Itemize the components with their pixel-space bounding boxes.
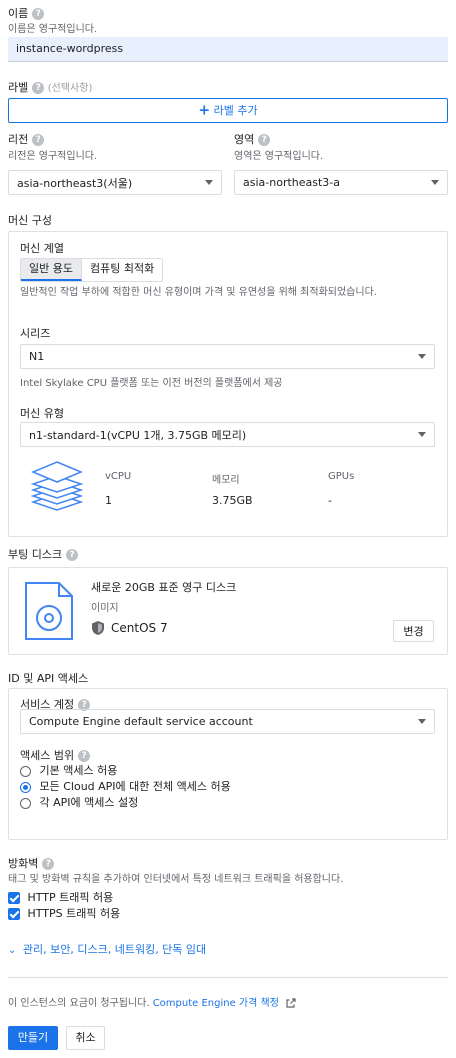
boot-disk-card: 새로운 20GB 표준 영구 디스크 이미지 CentOS 7 변경	[8, 567, 448, 655]
double-chevron-down-icon: ⌄	[8, 945, 17, 956]
dropdown-arrow-icon	[418, 432, 426, 437]
pricing-link[interactable]: Compute Engine 가격 책정	[153, 998, 279, 1009]
region-select[interactable]: asia-northeast3(서울)	[8, 170, 222, 195]
shield-icon	[92, 621, 104, 635]
divider	[8, 977, 448, 978]
radio-button[interactable]	[20, 797, 31, 809]
scope-option[interactable]: 기본 액세스 허용	[20, 762, 117, 778]
spec-value-memory: 3.75GB	[212, 494, 253, 507]
machine-family-label: 머신 계열	[20, 242, 64, 255]
firewall-title: 방화벽?	[8, 855, 55, 871]
scope-option[interactable]: 각 API에 액세스 설정	[20, 794, 138, 810]
scope-option[interactable]: 모든 Cloud API에 대한 전체 액세스 허용	[20, 778, 231, 794]
plus-icon: +	[198, 102, 211, 119]
create-button[interactable]: 만들기	[8, 1026, 58, 1050]
spec-value-gpus: -	[328, 494, 332, 507]
labels-label: 라벨? (선택사항)	[8, 81, 93, 94]
identity-card: 서비스 계정? Compute Engine default service a…	[8, 688, 448, 840]
boot-disk-title: 부팅 디스크?	[8, 546, 79, 562]
https-checkbox[interactable]	[8, 908, 20, 920]
dropdown-arrow-icon	[205, 180, 213, 185]
machine-family-tabs: 일반 용도 컴퓨팅 최적화	[20, 258, 164, 282]
help-icon[interactable]: ?	[258, 134, 271, 146]
help-icon[interactable]: ?	[32, 8, 45, 20]
add-label-button[interactable]: + 라벨 추가	[8, 98, 448, 123]
help-icon[interactable]: ?	[78, 750, 91, 762]
series-select[interactable]: N1	[20, 344, 435, 369]
disk-icon	[25, 582, 73, 640]
series-desc: Intel Skylake CPU 플랫폼 또는 이전 버전의 플랫폼에서 제공	[20, 378, 283, 389]
optional-text: (선택사항)	[47, 83, 93, 94]
machine-stack-icon	[30, 461, 84, 511]
zone-hint: 영역은 영구적입니다.	[234, 151, 324, 162]
image-label: 이미지	[91, 603, 119, 614]
https-checkbox-row[interactable]: HTTPS 트래픽 허용	[8, 905, 120, 921]
firewall-desc: 태그 및 방화벽 규칙을 추가하여 인터넷에서 특정 네트워크 트래픽을 허용합…	[8, 874, 344, 885]
help-icon[interactable]: ?	[42, 858, 55, 870]
spec-value-vcpu: 1	[105, 494, 112, 507]
service-account-select[interactable]: Compute Engine default service account	[20, 709, 435, 734]
region-label: 리전?	[8, 131, 45, 147]
machine-config-card: 머신 계열 일반 용도 컴퓨팅 최적화 일반적인 작업 부하에 적합한 머신 유…	[8, 231, 448, 537]
spec-header-gpus: GPUs	[328, 471, 355, 482]
disk-description: 새로운 20GB 표준 영구 디스크	[91, 581, 237, 594]
region-hint: 리전은 영구적입니다.	[8, 151, 98, 162]
external-link-icon[interactable]	[286, 998, 296, 1008]
cancel-button[interactable]: 취소	[66, 1026, 105, 1050]
machine-type-select[interactable]: n1-standard-1(vCPU 1개, 3.75GB 메모리)	[20, 422, 435, 447]
name-input[interactable]: instance-wordpress	[8, 37, 448, 62]
radio-button[interactable]	[20, 781, 31, 793]
advanced-options-link[interactable]: ⌄ 관리, 보안, 디스크, 네트워킹, 단독 임대	[8, 941, 206, 957]
http-checkbox-row[interactable]: HTTP 트래픽 허용	[8, 889, 113, 905]
machine-type-label: 머신 유형	[20, 407, 64, 420]
radio-button[interactable]	[20, 765, 31, 777]
http-checkbox[interactable]	[8, 892, 20, 904]
change-disk-button[interactable]: 변경	[393, 620, 434, 642]
dropdown-arrow-icon	[418, 719, 426, 724]
spec-header-memory: 메모리	[212, 475, 240, 486]
image-value: CentOS 7	[111, 621, 168, 635]
series-label: 시리즈	[20, 327, 51, 340]
identity-title: ID 및 API 액세스	[8, 672, 89, 685]
machine-family-desc: 일반적인 작업 부하에 적합한 머신 유형이며 가격 및 유연성을 위해 최적화…	[20, 287, 377, 298]
zone-select[interactable]: asia-northeast3-a	[234, 170, 448, 195]
help-icon[interactable]: ?	[32, 82, 45, 94]
machine-config-title: 머신 구성	[8, 214, 52, 227]
help-icon[interactable]: ?	[66, 549, 79, 561]
help-icon[interactable]: ?	[32, 134, 45, 146]
zone-label: 영역?	[234, 131, 271, 147]
name-label: 이름?	[8, 5, 45, 21]
spec-header-vcpu: vCPU	[105, 471, 132, 482]
billing-text: 이 인스턴스의 요금이 청구됩니다. Compute Engine 가격 책정	[8, 994, 296, 1009]
access-scopes-label: 액세스 범위?	[20, 747, 91, 763]
tab-general-purpose[interactable]: 일반 용도	[21, 259, 82, 281]
name-hint: 이름은 영구적입니다.	[8, 24, 98, 35]
dropdown-arrow-icon	[431, 180, 439, 185]
dropdown-arrow-icon	[418, 354, 426, 359]
tab-compute-optimized[interactable]: 컴퓨팅 최적화	[82, 259, 162, 281]
